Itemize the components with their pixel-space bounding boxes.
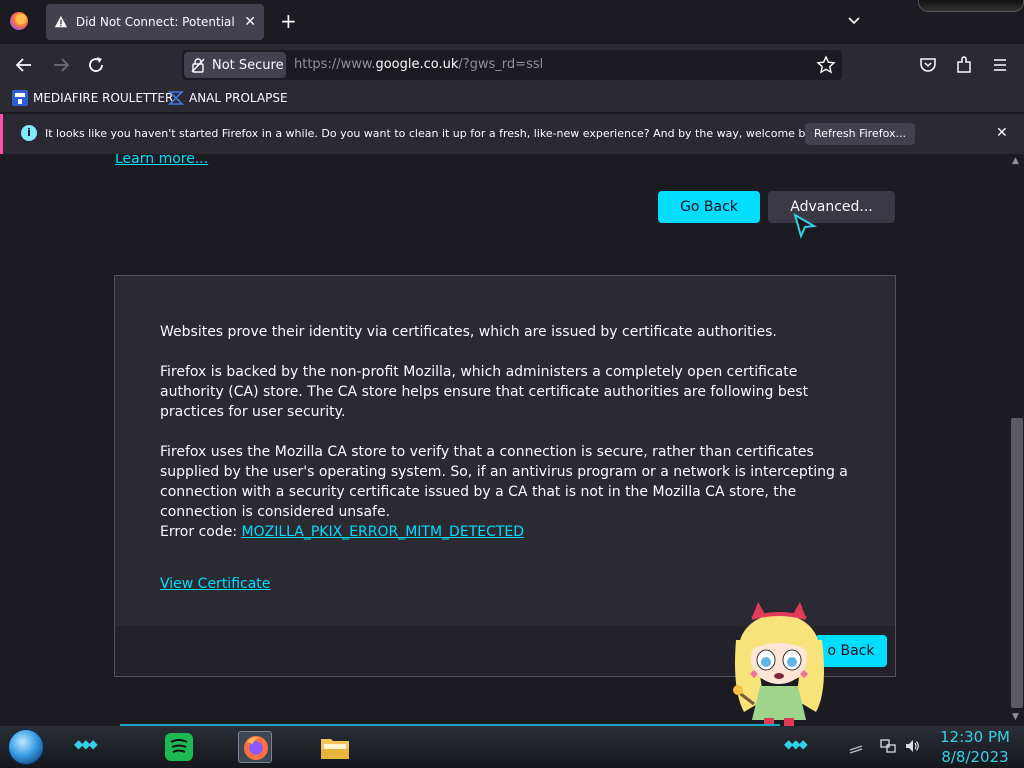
security-label: Not Secure — [212, 57, 284, 73]
bookmark-item-mediafire[interactable]: MEDIAFIRE ROULETTER — [12, 90, 173, 106]
pocket-icon[interactable] — [918, 55, 938, 75]
taskbar-app-firefox[interactable] — [238, 731, 272, 763]
spotify-icon — [165, 733, 193, 761]
mouse-cursor-icon — [793, 212, 818, 239]
error-code-link[interactable]: MOZILLA_PKIX_ERROR_MITM_DETECTED — [242, 524, 525, 540]
go-back-button[interactable]: Go Back — [658, 191, 760, 223]
info-icon: i — [21, 125, 37, 141]
tab-title: Did Not Connect: Potential Sec — [75, 15, 238, 29]
bookmark-label: ANAL PROLAPSE — [189, 91, 288, 105]
scrollbar-thumb[interactable] — [1011, 418, 1023, 708]
firefox-icon — [244, 736, 268, 760]
advanced-paragraph-2: Firefox is backed by the non-profit Mozi… — [160, 364, 809, 420]
error-page: Learn more... Go Back Advanced... Websit… — [0, 154, 1010, 726]
chevron-down-icon[interactable] — [846, 12, 862, 28]
url-text[interactable]: https://www.google.co.uk/?gws_rd=ssl — [294, 57, 543, 72]
tab-active[interactable]: Did Not Connect: Potential Sec ✕ — [46, 4, 264, 40]
bookmark-folder-icon — [168, 91, 184, 105]
advanced-button[interactable]: Advanced... — [768, 191, 895, 223]
refresh-firefox-button[interactable]: Refresh Firefox... — [805, 123, 915, 145]
url-host: google.co.uk — [375, 57, 459, 72]
taskbar-decoration-right: ◆◆◆ — [784, 737, 808, 751]
url-prefix: https://www. — [294, 57, 376, 72]
forward-icon[interactable] — [50, 54, 72, 76]
view-certificate-link[interactable]: View Certificate — [160, 576, 270, 592]
lock-icon — [191, 58, 205, 73]
warning-icon — [54, 15, 67, 28]
tab-close-icon[interactable]: ✕ — [244, 14, 256, 30]
notification-message: It looks like you haven't started Firefo… — [45, 127, 829, 140]
extensions-icon[interactable] — [954, 55, 974, 75]
firefox-view-icon[interactable] — [10, 12, 28, 30]
system-clock[interactable]: 12:30 PM 8/8/2023 — [936, 727, 1014, 767]
bookmark-star-icon[interactable] — [816, 55, 836, 75]
taskbar-app-explorer[interactable] — [318, 731, 352, 763]
tab-strip: Did Not Connect: Potential Sec ✕ + — [0, 0, 1024, 44]
security-indicator[interactable]: Not Secure — [184, 52, 286, 78]
learn-more-link[interactable]: Learn more... — [115, 154, 208, 167]
taskbar-decoration-left: ◆◆◆ — [74, 737, 98, 751]
error-code-label: Error code: — [160, 524, 242, 540]
bookmark-label: MEDIAFIRE ROULETTER — [33, 91, 174, 105]
network-icon[interactable] — [880, 738, 896, 754]
advanced-paragraph-3: Firefox uses the Mozilla CA store to ver… — [160, 444, 848, 520]
window-decoration — [918, 0, 1024, 12]
show-desktop-icon[interactable] — [848, 738, 864, 754]
scroll-up-icon[interactable]: ▲ — [1012, 156, 1019, 166]
clock-time: 12:30 PM — [940, 728, 1010, 746]
start-button[interactable] — [8, 729, 44, 765]
file-explorer-icon — [321, 739, 349, 759]
taskbar — [0, 726, 1024, 768]
advanced-paragraph-1: Websites prove their identity via certif… — [160, 324, 777, 340]
new-tab-button[interactable]: + — [280, 11, 297, 31]
clock-date: 8/8/2023 — [941, 748, 1009, 766]
mediafire-icon — [12, 90, 28, 106]
close-icon[interactable]: ✕ — [996, 125, 1008, 141]
bookmark-item-prolapse[interactable]: ANAL PROLAPSE — [168, 90, 288, 106]
taskbar-app-spotify[interactable] — [162, 731, 196, 763]
scroll-down-icon[interactable]: ▼ — [1012, 712, 1019, 722]
back-icon[interactable] — [13, 54, 35, 76]
volume-icon[interactable] — [904, 738, 920, 754]
url-suffix: /?gws_rd=ssl — [458, 57, 544, 72]
desktop-mascot-character — [733, 602, 824, 726]
notification-bar: i It looks like you haven't started Fire… — [0, 114, 1024, 154]
error-code-line: Error code: MOZILLA_PKIX_ERROR_MITM_DETE… — [160, 522, 860, 542]
menu-icon[interactable] — [990, 55, 1010, 75]
reload-icon[interactable] — [85, 54, 107, 76]
